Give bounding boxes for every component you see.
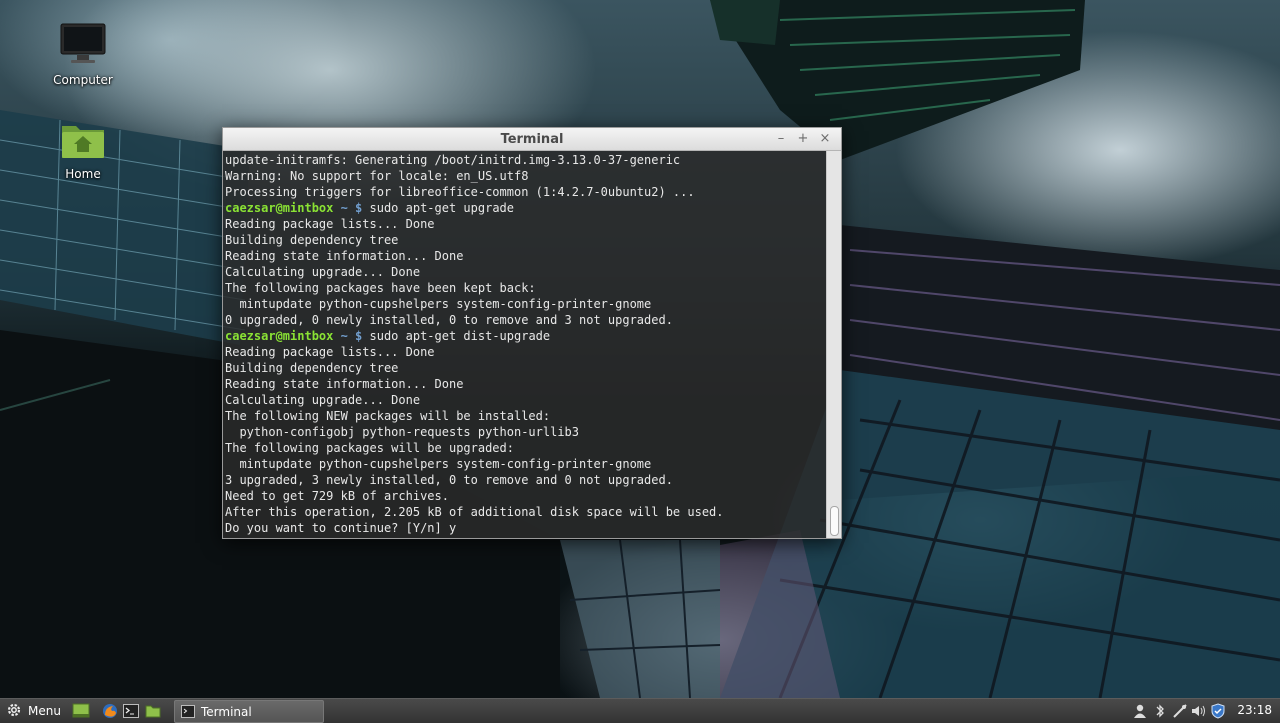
bottom-panel: Menu Terminal 23:18: [0, 698, 1280, 723]
files-icon[interactable]: [145, 703, 161, 719]
window-title: Terminal: [500, 132, 564, 147]
clock[interactable]: 23:18: [1237, 703, 1272, 717]
desktop-icon-label: Home: [65, 167, 101, 181]
terminal-line: After this operation, 2.205 kB of additi…: [225, 505, 724, 519]
terminal-window[interactable]: Terminal – + × update-initramfs: Generat…: [222, 127, 842, 539]
computer-icon: [43, 22, 123, 69]
maximize-button[interactable]: +: [795, 131, 811, 147]
terminal-line: Reading state information... Done: [225, 249, 464, 263]
terminal-prompt-line: caezsar@mintbox ~ $ sudo apt-get upgrade: [225, 200, 825, 216]
network-icon[interactable]: [1172, 703, 1188, 719]
terminal-line: Need to get 729 kB of archives.: [225, 489, 449, 503]
terminal-line: Reading package lists... Done: [225, 345, 435, 359]
prompt-path: ~ $: [333, 329, 363, 343]
terminal-line: Calculating upgrade... Done: [225, 393, 421, 407]
desktop-icon-home[interactable]: Home: [43, 120, 123, 181]
user-icon[interactable]: [1132, 703, 1148, 719]
terminal-output[interactable]: update-initramfs: Generating /boot/initr…: [223, 151, 827, 538]
close-button[interactable]: ×: [817, 131, 833, 147]
home-folder-icon: [43, 120, 123, 163]
update-shield-icon[interactable]: [1210, 703, 1226, 719]
menu-button[interactable]: Menu: [6, 699, 61, 723]
terminal-line: Do you want to continue? [Y/n] y: [225, 521, 457, 535]
terminal-line: mintupdate python-cupshelpers system-con…: [225, 297, 652, 311]
desktop-icon-computer[interactable]: Computer: [43, 22, 123, 87]
show-desktop-icon[interactable]: [72, 703, 90, 719]
prompt-user: caezsar@mintbox: [225, 329, 334, 343]
menu-label: Menu: [28, 704, 61, 718]
gear-icon: [6, 702, 22, 721]
prompt-command: sudo apt-get dist-upgrade: [362, 329, 551, 343]
terminal-line: python-configobj python-requests python-…: [225, 425, 580, 439]
terminal-prompt-line: caezsar@mintbox ~ $ sudo apt-get dist-up…: [225, 328, 825, 344]
terminal-line: 3 upgraded, 3 newly installed, 0 to remo…: [225, 473, 673, 487]
minimize-button[interactable]: –: [773, 131, 789, 147]
scrollbar-thumb[interactable]: [830, 506, 839, 536]
terminal-line: Reading state information... Done: [225, 377, 464, 391]
bluetooth-icon[interactable]: [1152, 703, 1168, 719]
terminal-line: The following packages have been kept ba…: [225, 281, 536, 295]
terminal-line: Warning: No support for locale: en_US.ut…: [225, 169, 529, 183]
firefox-icon[interactable]: [102, 703, 118, 719]
window-titlebar[interactable]: Terminal – + ×: [223, 128, 841, 151]
terminal-line: Calculating upgrade... Done: [225, 265, 421, 279]
terminal-line: mintupdate python-cupshelpers system-con…: [225, 457, 652, 471]
volume-icon[interactable]: [1190, 703, 1206, 719]
terminal-line: Reading package lists... Done: [225, 217, 435, 231]
terminal-line: Processing triggers for libreoffice-comm…: [225, 185, 695, 199]
terminal-line: 0 upgraded, 0 newly installed, 0 to remo…: [225, 313, 673, 327]
terminal-line: The following packages will be upgraded:: [225, 441, 514, 455]
terminal-icon[interactable]: [123, 703, 139, 719]
terminal-icon: [181, 705, 195, 718]
terminal-line: update-initramfs: Generating /boot/initr…: [225, 153, 681, 167]
taskbar-button-label: Terminal: [201, 704, 252, 719]
prompt-user: caezsar@mintbox: [225, 201, 334, 215]
terminal-scrollbar[interactable]: [826, 151, 841, 538]
terminal-line: The following NEW packages will be insta…: [225, 409, 551, 423]
prompt-path: ~ $: [333, 201, 363, 215]
taskbar-button-terminal[interactable]: Terminal: [174, 700, 324, 723]
desktop-icon-label: Computer: [53, 73, 113, 87]
terminal-line: Building dependency tree: [225, 361, 399, 375]
prompt-command: sudo apt-get upgrade: [362, 201, 515, 215]
terminal-text: update-initramfs: Generating /boot/initr…: [223, 151, 827, 537]
terminal-line: Building dependency tree: [225, 233, 399, 247]
